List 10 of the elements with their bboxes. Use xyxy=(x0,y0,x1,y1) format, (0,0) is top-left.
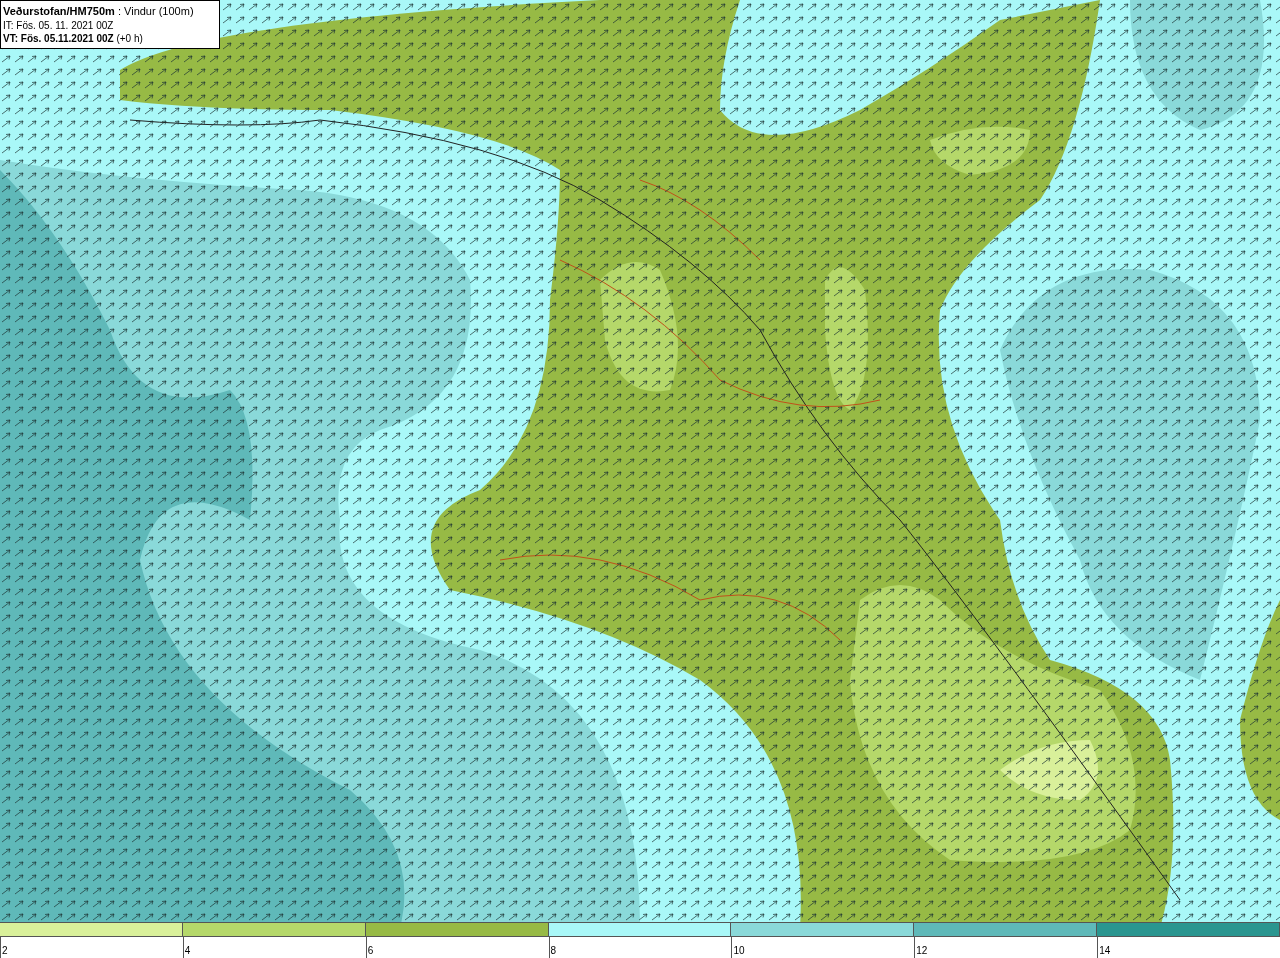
issue-time: IT: Fös. 05. 11. 2021 00Z xyxy=(3,19,115,32)
map-title: Veðurstofan/HM750m : Vindur (100m) xyxy=(3,4,195,19)
legend-tick-label: 4 xyxy=(184,945,191,956)
legend-tick-label: 10 xyxy=(733,945,745,956)
legend-tick-label: 8 xyxy=(550,945,557,956)
legend-tick-label: 12 xyxy=(916,945,928,956)
valid-time: VT: Fös. 05.11.2021 00Z (+0 h) xyxy=(3,32,144,45)
legend-tick-label: 6 xyxy=(367,945,374,956)
legend-tick-label: 14 xyxy=(1099,945,1111,956)
legend-tick-label: 2 xyxy=(2,945,8,956)
